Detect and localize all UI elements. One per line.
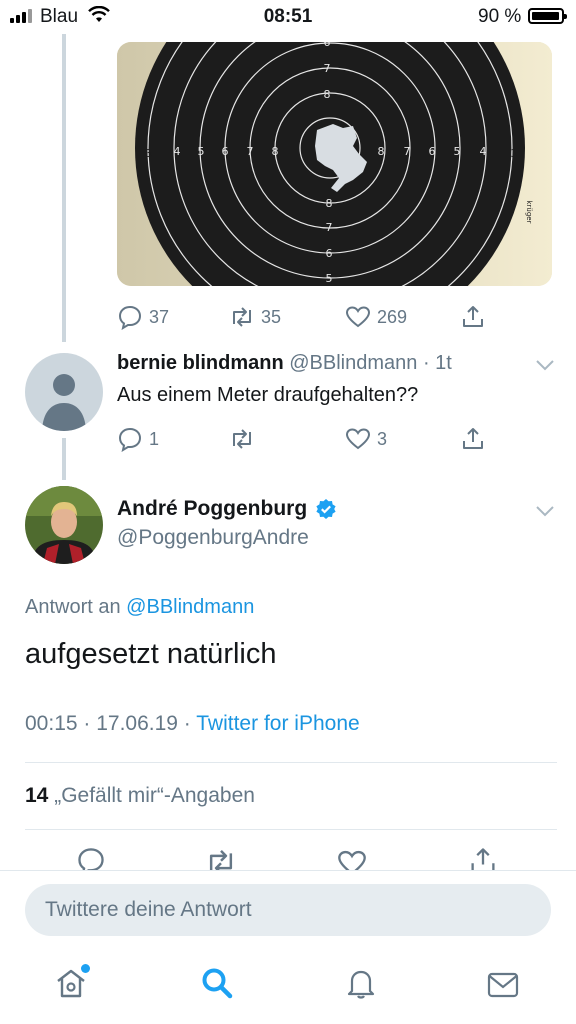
nav-search[interactable] (200, 966, 234, 1005)
bottom-nav (0, 960, 576, 1016)
main-tweet-author: André Poggenburg (117, 497, 337, 521)
share-icon[interactable] (468, 846, 498, 870)
thread-line (62, 34, 66, 342)
target-number: 8 (272, 145, 279, 158)
display-name[interactable]: bernie blindmann (117, 352, 284, 374)
thread-line (62, 438, 66, 480)
target-number: 4 (174, 145, 181, 158)
search-icon (202, 968, 233, 999)
target-number: 6 (324, 42, 331, 49)
main-tweet-text: aufgesetzt natürlich (25, 638, 277, 670)
target-number: 7 (247, 145, 254, 158)
chevron-down-icon[interactable] (535, 504, 555, 518)
target-number: 7 (404, 145, 411, 158)
target-number: 8 (324, 88, 331, 101)
main-tweet-actions (0, 846, 576, 870)
reply-button[interactable]: 1 (117, 426, 159, 452)
target-number: 6 (429, 145, 436, 158)
tweet-media-image[interactable]: 6 7 8 4 5 6 7 8 8 7 6 5 4 8 7 6 5 3 3 kr… (117, 42, 552, 286)
default-profile-icon (42, 374, 86, 431)
composer-divider (0, 870, 576, 871)
verified-badge-icon (316, 499, 336, 519)
heart-icon[interactable] (337, 848, 367, 870)
reply-count: 1 (149, 428, 160, 449)
reply-count: 37 (149, 306, 170, 327)
retweet-icon (233, 307, 251, 327)
tweet-age: · 1t (422, 352, 452, 374)
reply-to-label: Antwort an (25, 596, 121, 618)
heart-icon (345, 306, 371, 328)
target-number: 6 (326, 247, 333, 260)
profile-photo (25, 486, 103, 564)
status-bar: Blau 08:51 90 % (0, 0, 576, 34)
like-count: 3 (377, 428, 388, 449)
target-number: 5 (198, 145, 205, 158)
reply-tweet-text: Aus einem Meter draufgehalten?? (117, 384, 419, 406)
share-icon (463, 306, 483, 327)
display-name[interactable]: André Poggenburg (117, 497, 307, 521)
reply-icon (118, 305, 142, 330)
target-number: 5 (326, 272, 333, 285)
target-number: 3 (511, 147, 518, 160)
target-number: 3 (146, 147, 153, 160)
share-icon (463, 428, 483, 449)
tweet-timestamp: 00:15 · 17.06.19 · (25, 712, 191, 735)
target-number: 7 (326, 221, 333, 234)
nav-home[interactable] (54, 964, 90, 1005)
reply-context: Antwort an @BBlindmann (25, 596, 254, 619)
avatar-default[interactable] (25, 353, 103, 431)
reply-tweet-header: bernie blindmann @BBlindmann · 1t (117, 352, 452, 375)
retweet-button[interactable] (229, 426, 255, 452)
target-number: 7 (324, 62, 331, 75)
user-handle[interactable]: @BBlindmann (289, 352, 417, 374)
avatar[interactable] (25, 486, 103, 564)
reply-icon (118, 427, 142, 452)
battery-icon (528, 8, 567, 24)
heart-icon (345, 428, 371, 450)
divider (25, 829, 557, 830)
target-number: 5 (454, 145, 461, 158)
retweet-icon (233, 429, 251, 449)
like-count: 269 (377, 306, 408, 327)
like-stat-count: 14 (25, 784, 49, 807)
reply-input[interactable]: Twittere deine Antwort (25, 884, 551, 936)
chevron-down-icon[interactable] (535, 358, 555, 372)
target-number: 8 (326, 197, 333, 210)
notification-dot (81, 964, 90, 973)
divider (25, 762, 557, 763)
like-stats[interactable]: 14 „Gefällt mir“-Angaben (25, 784, 255, 808)
like-stat-label: „Gefällt mir“-Angaben (54, 784, 255, 807)
retweet-count: 35 (261, 306, 282, 327)
reply-button[interactable]: 37 (117, 304, 169, 330)
share-button[interactable] (460, 426, 486, 452)
like-button[interactable]: 269 (345, 304, 407, 330)
retweet-button[interactable]: 35 (229, 304, 281, 330)
user-handle[interactable]: @PoggenburgAndre (117, 526, 309, 550)
nav-messages[interactable] (486, 968, 520, 1007)
battery-percent: 90 % (478, 6, 522, 27)
target-number: 4 (480, 145, 487, 158)
reply-to-handle[interactable]: @BBlindmann (126, 596, 254, 618)
target-brand: krüger (525, 201, 533, 224)
like-button[interactable]: 3 (345, 426, 387, 452)
tweet-source-link[interactable]: Twitter for iPhone (196, 712, 359, 735)
reply-tweet-actions: 1 3 (117, 426, 557, 452)
target-number: 8 (378, 145, 385, 158)
target-number: 6 (222, 145, 229, 158)
nav-notifications[interactable] (344, 966, 378, 1005)
shooting-target-graphic: 6 7 8 4 5 6 7 8 8 7 6 5 4 8 7 6 5 3 3 kr… (117, 42, 552, 286)
retweet-icon[interactable] (205, 846, 237, 870)
parent-tweet-actions: 37 35 269 (117, 304, 557, 330)
mail-icon (487, 972, 519, 998)
bell-icon (347, 970, 375, 999)
share-button[interactable] (460, 304, 486, 330)
reply-icon[interactable] (76, 846, 106, 870)
tweet-meta: 00:15 · 17.06.19 · Twitter for iPhone (25, 712, 360, 736)
